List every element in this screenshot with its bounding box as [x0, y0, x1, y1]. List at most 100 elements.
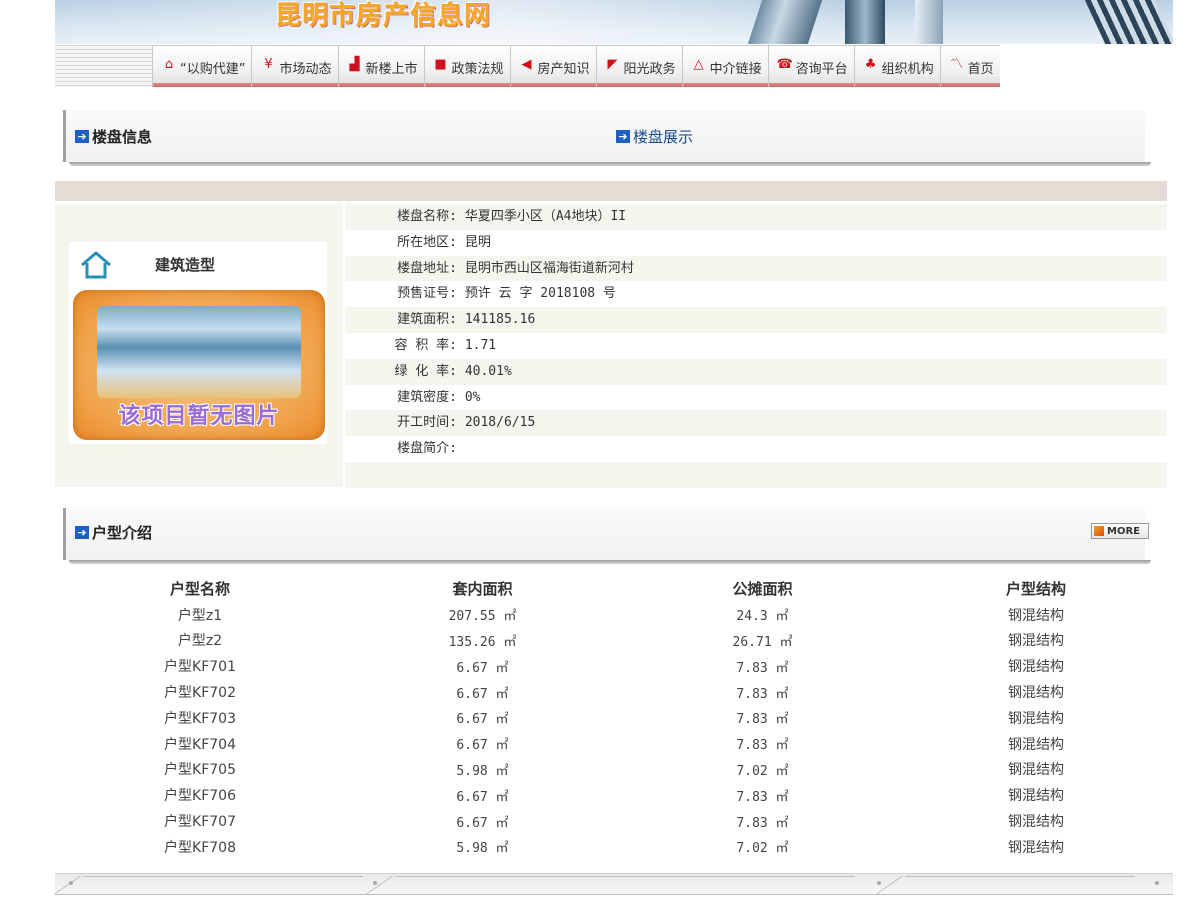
nav-item-knowledge[interactable]: ◀ 房产知识	[509, 45, 596, 87]
org-icon: ♣	[864, 57, 877, 72]
nav-item-organization[interactable]: ♣ 组织机构	[853, 45, 940, 87]
nav-item-home[interactable]: 〽 首页	[939, 45, 1000, 87]
info-row-area: 建筑面积: 141185.16	[345, 307, 1167, 333]
inner-area: 5.98 ㎡	[456, 763, 509, 779]
more-button[interactable]: MORE	[1091, 523, 1149, 539]
arrow-left-icon: ◀	[521, 57, 532, 72]
more-flag-icon	[1094, 526, 1104, 536]
table-row[interactable]: 户型KF706 6.67 ㎡ 7.83 ㎡ 钢混结构	[55, 782, 1167, 808]
table-row[interactable]: 户型KF701 6.67 ㎡ 7.83 ㎡ 钢混结构	[55, 653, 1167, 679]
structure: 钢混结构	[1008, 685, 1064, 702]
house-icon: ⌂	[164, 57, 174, 72]
unit-name[interactable]: 户型KF702	[55, 679, 345, 705]
unit-name[interactable]: 户型z2	[55, 628, 345, 654]
nav-item-market[interactable]: ¥ 市场动态	[251, 45, 338, 87]
inner-area: 6.67 ㎡	[456, 686, 509, 702]
table-row[interactable]: 户型z1 207.55 ㎡ 24.3 ㎡ 钢混结构	[55, 602, 1167, 628]
project-info-title: ➔ 楼盘信息	[75, 126, 152, 147]
nav-item-yigou-daijian[interactable]: ⌂ “以购代建”	[152, 45, 252, 87]
nav-item-label: “以购代建”	[180, 62, 246, 77]
nav-item-label: 市场动态	[279, 62, 332, 77]
table-row[interactable]: 户型KF704 6.67 ㎡ 7.83 ㎡ 钢混结构	[55, 731, 1167, 757]
info-label: 所在地区:	[397, 234, 457, 250]
shared-area: 24.3 ㎡	[736, 609, 789, 625]
unit-name[interactable]: 户型KF701	[55, 653, 345, 679]
swoosh-icon: 〽	[950, 57, 964, 72]
info-row-region: 所在地区: 昆明	[345, 229, 1167, 256]
table-row[interactable]: 户型z2 135.26 ㎡ 26.71 ㎡ 钢混结构	[55, 628, 1167, 654]
building-card: 建筑造型 该项目暂无图片	[69, 242, 327, 444]
info-label: 容 积 率:	[394, 337, 457, 353]
info-value: 0%	[464, 389, 481, 405]
nav-item-label: 中介链接	[709, 62, 762, 77]
unit-name[interactable]: 户型KF703	[55, 705, 345, 731]
info-label: 楼盘简介:	[397, 441, 457, 457]
structure: 钢混结构	[1008, 839, 1064, 856]
footer-segment	[905, 876, 1135, 892]
footer-dot	[1155, 881, 1159, 885]
inner-area: 6.67 ㎡	[456, 738, 509, 754]
header-underline	[69, 162, 1151, 166]
nav-item-label: 房产知识	[537, 62, 590, 77]
footer-segment	[395, 876, 855, 892]
flag-icon: ◤	[607, 57, 618, 72]
info-row-density: 建筑密度: 0%	[345, 384, 1167, 411]
info-label: 建筑密度:	[397, 389, 457, 405]
inner-area: 6.67 ㎡	[456, 815, 509, 831]
info-value: 40.01%	[464, 363, 512, 379]
shared-area: 7.83 ㎡	[736, 789, 789, 805]
unit-name[interactable]: 户型KF708	[55, 834, 345, 860]
info-row-name: 楼盘名称: 华夏四季小区（A4地块）II	[345, 204, 1167, 230]
table-row[interactable]: 户型KF705 5.98 ㎡ 7.02 ㎡ 钢混结构	[55, 757, 1167, 783]
info-label: 开工时间:	[397, 415, 457, 431]
info-value: 华夏四季小区（A4地块）II	[464, 209, 627, 224]
inner-area: 6.67 ㎡	[456, 712, 509, 728]
info-value: 预许 云 字 2018108 号	[464, 286, 616, 302]
project-showcase-link[interactable]: ➔ 楼盘展示	[616, 126, 693, 147]
shared-area: 7.83 ㎡	[736, 686, 789, 702]
footer-dot	[373, 881, 377, 885]
column-header: 公摊面积	[732, 580, 793, 599]
unit-name[interactable]: 户型KF707	[55, 808, 345, 834]
nav-item-label: 首页	[967, 62, 994, 77]
inner-area: 207.55 ㎡	[448, 609, 517, 625]
unit-name[interactable]: 户型KF705	[55, 757, 345, 783]
banner-building-3	[915, 0, 943, 44]
project-showcase-link-text[interactable]: 楼盘展示	[633, 126, 693, 147]
shared-area: 7.02 ㎡	[736, 841, 789, 857]
table-row[interactable]: 户型KF703 6.67 ㎡ 7.83 ㎡ 钢混结构	[55, 705, 1167, 731]
triangle-icon: △	[693, 57, 704, 72]
unit-name[interactable]: 户型KF706	[55, 782, 345, 808]
structure: 钢混结构	[1008, 762, 1064, 779]
inner-area: 5.98 ㎡	[456, 841, 509, 857]
nav-item-policy[interactable]: ■ 政策法规	[423, 45, 510, 87]
table-row[interactable]: 户型KF702 6.67 ㎡ 7.83 ㎡ 钢混结构	[55, 679, 1167, 705]
table-row[interactable]: 户型KF708 5.98 ㎡ 7.02 ㎡ 钢混结构	[55, 834, 1167, 860]
inner-area: 6.67 ㎡	[456, 660, 509, 676]
unit-name[interactable]: 户型z1	[55, 602, 345, 628]
info-row-green-ratio: 绿 化 率: 40.01%	[345, 358, 1167, 385]
inner-area: 135.26 ㎡	[448, 634, 517, 650]
info-row-address: 楼盘地址: 昆明市西山区福海街道新河村	[345, 255, 1167, 282]
site-title[interactable]: 昆明市房产信息网	[275, 0, 491, 36]
info-value: 昆明	[464, 234, 491, 250]
nav-item-government[interactable]: ◤ 阳光政务	[595, 45, 682, 87]
phone-icon: ☎	[776, 57, 793, 72]
nav-item-consult[interactable]: ☎ 咨询平台	[767, 45, 854, 87]
nav-item-new-buildings[interactable]: ▟ 新楼上市	[337, 45, 424, 87]
yen-icon: ¥	[264, 57, 273, 72]
info-row-permit: 预售证号: 预许 云 字 2018108 号	[345, 281, 1167, 308]
inner-area: 6.67 ㎡	[456, 789, 509, 805]
banner-sky	[55, 0, 1173, 44]
header-panel	[63, 508, 1145, 560]
info-value: 昆明市西山区福海街道新河村	[464, 260, 634, 276]
table-header-row: 户型名称 套内面积 公摊面积 户型结构	[55, 576, 1167, 602]
table-row[interactable]: 户型KF707 6.67 ㎡ 7.83 ㎡ 钢混结构	[55, 808, 1167, 834]
unit-name[interactable]: 户型KF704	[55, 731, 345, 757]
shared-area: 7.83 ㎡	[736, 660, 789, 676]
info-row-start-date: 开工时间: 2018/6/15	[345, 410, 1167, 437]
project-info-title-text: 楼盘信息	[92, 128, 153, 146]
footer-dot	[877, 881, 881, 885]
nav-item-agency[interactable]: △ 中介链接	[681, 45, 768, 87]
units-title: ➔ 户型介绍	[75, 522, 152, 543]
